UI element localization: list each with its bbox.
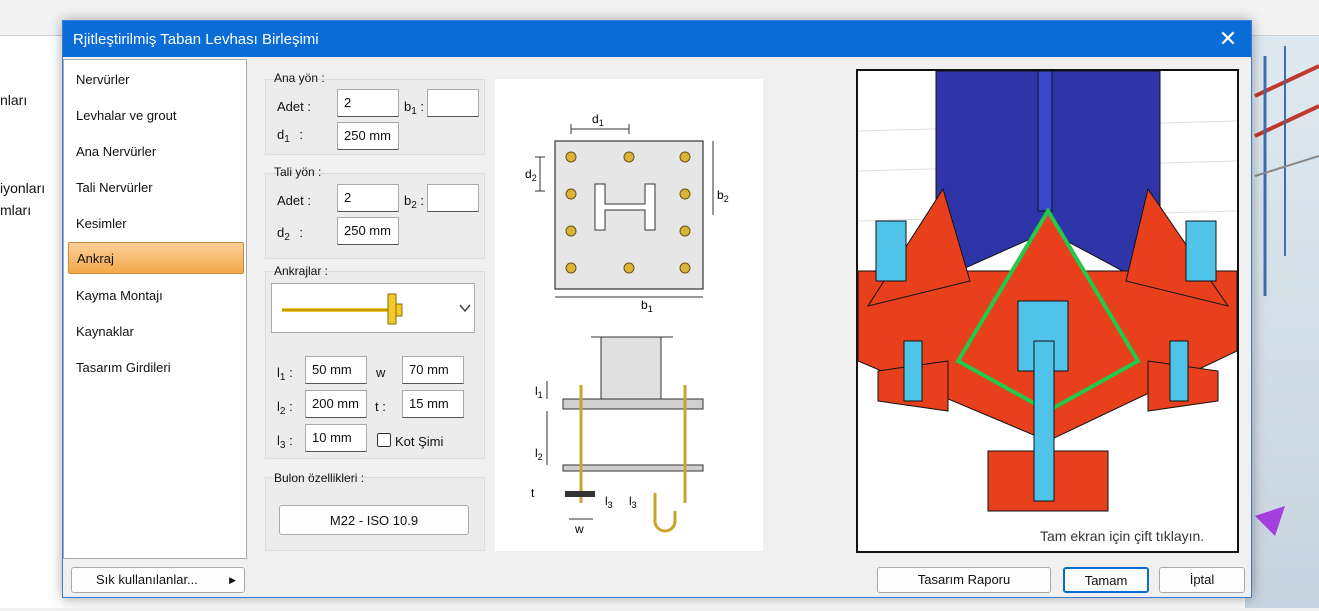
column-elevation — [600, 336, 662, 400]
anchor-diagram: d1 d2 b2 b1 l1 l2 t l3 l3 w — [495, 79, 763, 551]
d2-field[interactable]: 250 mm — [337, 217, 399, 245]
l2-label: l2 : — [277, 399, 293, 417]
d1-text: d1 — [592, 112, 604, 128]
design-report-button[interactable]: Tasarım Raporu — [877, 567, 1051, 593]
kot-simi-checkbox[interactable] — [377, 433, 391, 447]
anchor-type-select[interactable] — [271, 283, 475, 333]
d1-label: d1 : — [277, 127, 304, 145]
bolt-properties-button[interactable]: M22 - ISO 10.9 — [279, 505, 469, 535]
w-label: w — [376, 365, 386, 380]
l3-field[interactable]: 10 mm — [305, 424, 367, 452]
tali-yon-title: Tali yön : — [274, 165, 322, 179]
nav-item-tasarim-girdileri[interactable]: Tasarım Girdileri — [68, 352, 244, 384]
dialog-title: Rjitleştirilmiş Taban Levhası Birleşimi — [73, 31, 319, 48]
kot-simi-label: Kot Şimi — [395, 434, 444, 449]
l1-field[interactable]: 50 mm — [305, 356, 367, 384]
ana-yon-title: Ana yön : — [274, 71, 325, 85]
ana-adet-field[interactable]: 2 — [337, 89, 399, 117]
background-left-panel: nları iyonları mları — [0, 36, 62, 608]
grout-plate — [562, 464, 704, 472]
nav-item-ana-nervurler[interactable]: Ana Nervürler — [68, 136, 244, 168]
background-text: iyonları — [0, 180, 46, 196]
bulon-title: Bulon özellikleri : — [274, 471, 365, 485]
nav-item-kayma-montaji[interactable]: Kayma Montajı — [68, 280, 244, 312]
l3-diag-text: l3 — [605, 494, 613, 510]
tali-adet-field[interactable]: 2 — [337, 184, 399, 212]
b2-text: b2 — [717, 188, 729, 204]
background-structure — [1254, 46, 1319, 536]
cancel-button[interactable]: İptal — [1159, 567, 1245, 593]
title-bar: Rjitleştirilmiş Taban Levhası Birleşimi … — [63, 21, 1251, 57]
t-field[interactable]: 15 mm — [402, 390, 464, 418]
nav-item-nervurler[interactable]: Nervürler — [68, 64, 244, 96]
ana-adet-label: Adet : — [277, 99, 311, 114]
l1-diag-text: l1 — [535, 384, 543, 400]
anchor-plate-dialog: Rjitleştirilmiş Taban Levhası Birleşimi … — [62, 20, 1252, 598]
chevron-right-icon: ▶ — [229, 575, 236, 585]
background-text: nları — [0, 92, 28, 108]
nav-item-levhalar[interactable]: Levhalar ve grout — [68, 100, 244, 132]
nav-item-kaynaklar[interactable]: Kaynaklar — [68, 316, 244, 348]
d2-text: d2 — [525, 167, 537, 183]
base-plate-elevation — [562, 398, 704, 410]
nav-item-ankraj[interactable]: Ankraj — [68, 242, 244, 274]
nav-item-kesimler[interactable]: Kesimler — [68, 208, 244, 240]
favorites-label: Sık kullanılanlar... — [96, 572, 198, 587]
3d-preview[interactable]: Tam ekran için çift tıklayın. — [856, 69, 1239, 553]
t-label: t : — [375, 399, 386, 414]
ok-button[interactable]: Tamam — [1063, 567, 1149, 593]
t-diag-text: t — [531, 486, 535, 500]
b1-label: b1 : — [404, 99, 425, 117]
nav-item-tali-nervurler[interactable]: Tali Nervürler — [68, 172, 244, 204]
l2-diag-text: l2 — [535, 446, 543, 462]
anchor-bolt-icon — [282, 293, 471, 325]
ankrajlar-title: Ankrajlar : — [274, 264, 329, 278]
chevron-down-icon — [459, 304, 471, 313]
anchor-diagram-svg: d1 d2 b2 b1 l1 l2 t l3 l3 w — [525, 112, 729, 536]
b1-field[interactable] — [427, 89, 479, 117]
w-field[interactable]: 70 mm — [402, 356, 464, 384]
b2-label: b2 : — [404, 193, 425, 211]
close-button[interactable]: ✕ — [1213, 25, 1243, 53]
l3-label: l3 : — [277, 433, 293, 451]
fullscreen-hint: Tam ekran için çift tıklayın. — [1040, 528, 1204, 544]
l3b-diag-text: l3 — [629, 494, 637, 510]
l1-label: l1 : — [277, 365, 293, 383]
b2-field[interactable] — [427, 184, 479, 212]
l2-field[interactable]: 200 mm — [305, 390, 367, 418]
hook-anchor — [653, 493, 677, 533]
favorites-button[interactable]: Sık kullanılanlar... ▶ — [71, 567, 245, 593]
w-diag-text: w — [574, 522, 584, 536]
section-nav: Nervürler Levhalar ve grout Ana Nervürle… — [63, 59, 247, 559]
d1-field[interactable]: 250 mm — [337, 122, 399, 150]
3d-model: Tam ekran için çift tıklayın. — [858, 71, 1237, 544]
background-3d-view — [1245, 36, 1319, 608]
close-icon: ✕ — [1218, 26, 1238, 51]
tali-adet-label: Adet : — [277, 193, 311, 208]
anchor-washer — [565, 491, 595, 497]
b1-text: b1 — [641, 298, 653, 314]
d2-label: d2 : — [277, 225, 304, 243]
background-text: mları — [0, 202, 32, 218]
